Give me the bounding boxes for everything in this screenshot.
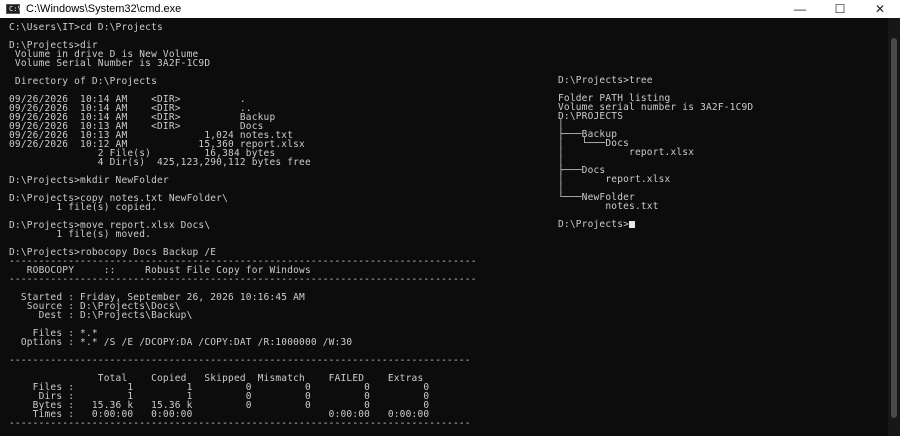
terminal-left-output: C:\Users\IT>cd D:\Projects D:\Projects>d… [9,22,477,429]
close-button[interactable]: ✕ [860,0,900,18]
cmd-icon: C:\ [6,4,22,14]
title-bar[interactable]: C:\ C:\Windows\System32\cmd.exe — ☐ ✕ [0,0,900,18]
terminal-output-area[interactable]: C:\Users\IT>cd D:\Projects D:\Projects>d… [0,18,888,436]
vertical-scrollbar[interactable] [888,18,900,436]
window-title: C:\Windows\System32\cmd.exe [26,3,182,15]
terminal-right-output-wrapper: D:\Projects>tree Folder PATH listing Vol… [558,75,754,230]
maximize-button[interactable]: ☐ [820,0,860,18]
scrollbar-thumb[interactable] [891,38,897,418]
terminal-right-output: D:\Projects>tree Folder PATH listing Vol… [558,75,754,230]
minimize-button[interactable]: — [780,0,820,18]
text-cursor [629,221,636,228]
cmd-window: C:\ C:\Windows\System32\cmd.exe — ☐ ✕ C:… [0,0,900,436]
